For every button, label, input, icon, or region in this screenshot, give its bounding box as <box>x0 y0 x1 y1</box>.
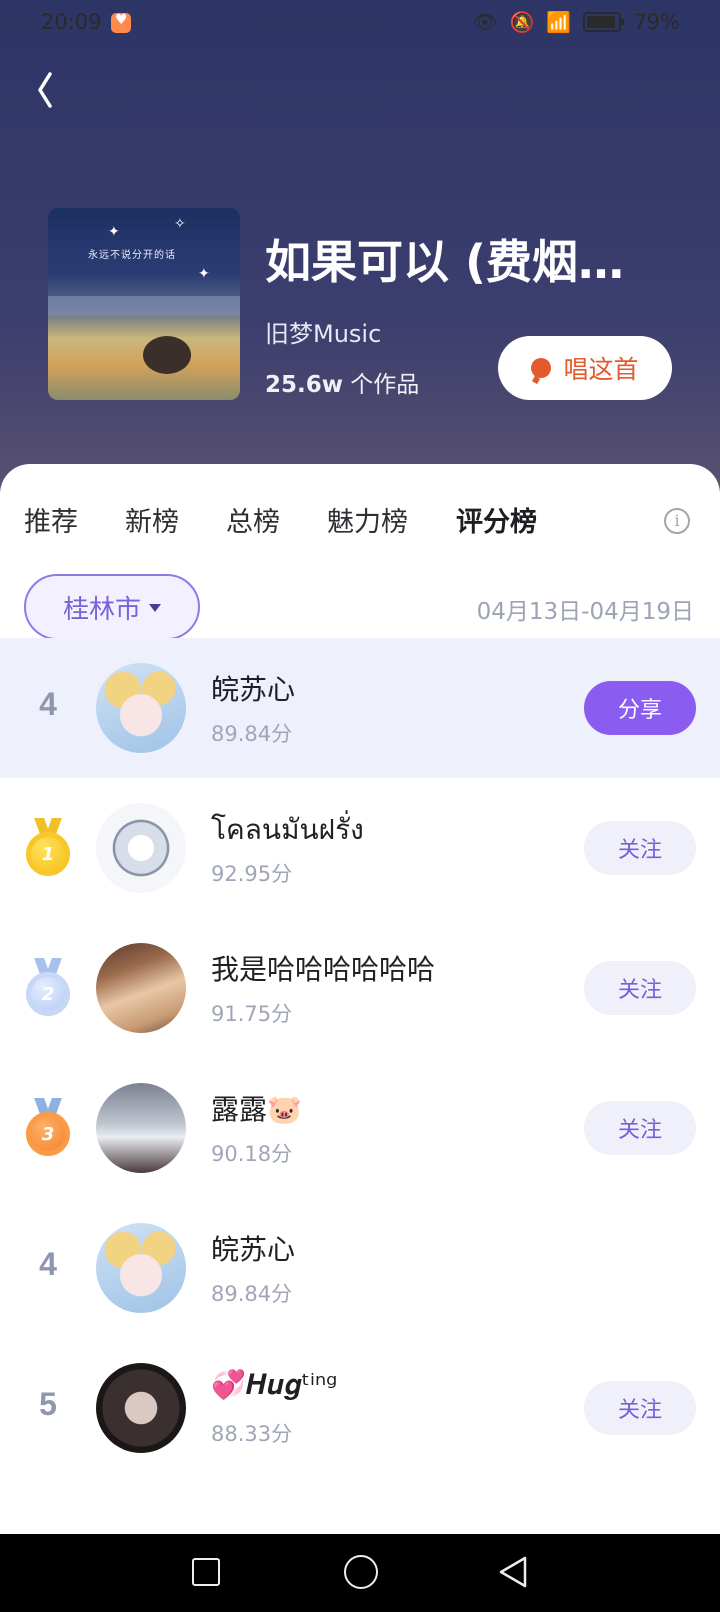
bronze-medal-icon: 3 <box>24 1098 72 1158</box>
star-icon: ✦ <box>198 266 210 282</box>
table-row[interactable]: 5 💞𝑯𝒖𝒈ᵗⁱⁿᵍ 88.33分 关注 <box>0 1338 720 1478</box>
user-score: 92.95分 <box>211 862 293 886</box>
user-name: 💞𝑯𝒖𝒈ᵗⁱⁿᵍ <box>211 1368 338 1401</box>
table-row[interactable]: 3 露露🐷 90.18分 关注 <box>0 1058 720 1198</box>
battery-percent: 79% <box>633 10 680 34</box>
follow-button[interactable]: 关注 <box>584 1381 696 1435</box>
tab-charm[interactable]: 魅力榜 <box>327 500 408 539</box>
share-button[interactable]: 分享 <box>584 681 696 735</box>
back-triangle-icon[interactable] <box>497 1555 529 1589</box>
cover-figure <box>143 336 191 374</box>
eye-icon: 👁 <box>472 10 498 34</box>
gold-medal-icon: 1 <box>24 818 72 878</box>
home-icon[interactable] <box>344 1555 378 1589</box>
ranking-sheet: 推荐 新榜 总榜 魅力榜 评分榜 i 桂林市 04月13日-04月19日 4 皖… <box>0 464 720 1534</box>
tab-new[interactable]: 新榜 <box>125 500 179 539</box>
city-label: 桂林市 <box>62 594 141 625</box>
my-rank-row[interactable]: 4 皖苏心 89.84分 分享 <box>0 638 720 778</box>
avatar[interactable] <box>96 1083 186 1173</box>
silver-medal-icon: 2 <box>24 958 72 1018</box>
song-cover[interactable]: ✦ ✧ ✦ 永远不说分开的话 <box>48 208 240 400</box>
tab-overall[interactable]: 总榜 <box>226 500 280 539</box>
table-row[interactable]: 4 皖苏心 89.84分 <box>0 1198 720 1338</box>
avatar[interactable] <box>96 943 186 1033</box>
recent-apps-icon[interactable] <box>192 1558 220 1586</box>
user-name: 皖苏心 <box>211 673 296 706</box>
user-score: 91.75分 <box>211 1002 293 1026</box>
sing-label: 唱这首 <box>563 355 639 384</box>
avatar[interactable] <box>96 1363 186 1453</box>
cover-caption: 永远不说分开的话 <box>88 250 176 261</box>
ranking-tabs: 推荐 新榜 总榜 魅力榜 评分榜 <box>0 500 720 550</box>
wifi-icon: 📶 <box>546 10 572 34</box>
rank-number: 4 <box>39 686 57 722</box>
avatar[interactable] <box>96 663 186 753</box>
status-time: 20:09 <box>41 10 102 34</box>
table-row[interactable]: 1 โคลนมันฝรั่ง 92.95分 关注 <box>0 778 720 918</box>
battery-icon <box>583 12 625 32</box>
user-name: 露露🐷 <box>211 1093 302 1126</box>
tab-rating[interactable]: 评分榜 <box>456 500 537 539</box>
user-score: 89.84分 <box>211 722 293 746</box>
status-bar: 20:09 👁 🔕 📶 79% <box>0 0 720 48</box>
user-score: 90.18分 <box>211 1142 293 1166</box>
song-title: 如果可以 (费烟催… <box>265 235 665 289</box>
rank-number: 4 <box>39 1246 57 1282</box>
star-icon: ✧ <box>174 216 186 232</box>
table-row[interactable]: 2 我是哈哈哈哈哈哈 91.75分 关注 <box>0 918 720 1058</box>
user-name: โคลนมันฝรั่ง <box>211 813 364 846</box>
tab-recommend[interactable]: 推荐 <box>24 500 78 539</box>
app-notification-icon <box>111 12 131 33</box>
user-score: 89.84分 <box>211 1282 293 1306</box>
back-button[interactable] <box>34 66 74 114</box>
user-name: 皖苏心 <box>211 1233 296 1266</box>
system-nav-bar <box>0 1534 720 1612</box>
rank-number: 5 <box>39 1386 57 1422</box>
follow-button[interactable]: 关注 <box>584 961 696 1015</box>
status-icons: 👁 🔕 📶 79% <box>472 10 680 34</box>
avatar[interactable] <box>96 1223 186 1313</box>
cover-windowsill <box>48 296 240 316</box>
follow-button[interactable]: 关注 <box>584 1101 696 1155</box>
city-filter-dropdown[interactable]: 桂林市 <box>24 574 200 640</box>
song-artist[interactable]: 旧梦Music <box>265 314 381 349</box>
date-range: 04月13日-04月19日 <box>476 599 694 625</box>
caret-down-icon <box>149 604 161 612</box>
user-score: 88.33分 <box>211 1422 293 1446</box>
follow-button[interactable]: 关注 <box>584 821 696 875</box>
star-icon: ✦ <box>108 224 120 240</box>
sing-this-button[interactable]: 唱这首 <box>498 336 672 400</box>
user-name: 我是哈哈哈哈哈哈 <box>211 953 436 986</box>
mute-bell-icon: 🔕 <box>509 10 535 34</box>
speech-bubble-icon <box>531 358 552 378</box>
works-count: 25.6w 个作品 <box>265 372 420 398</box>
info-icon[interactable]: i <box>664 508 690 534</box>
chevron-left-icon <box>38 72 52 108</box>
avatar[interactable] <box>96 803 186 893</box>
